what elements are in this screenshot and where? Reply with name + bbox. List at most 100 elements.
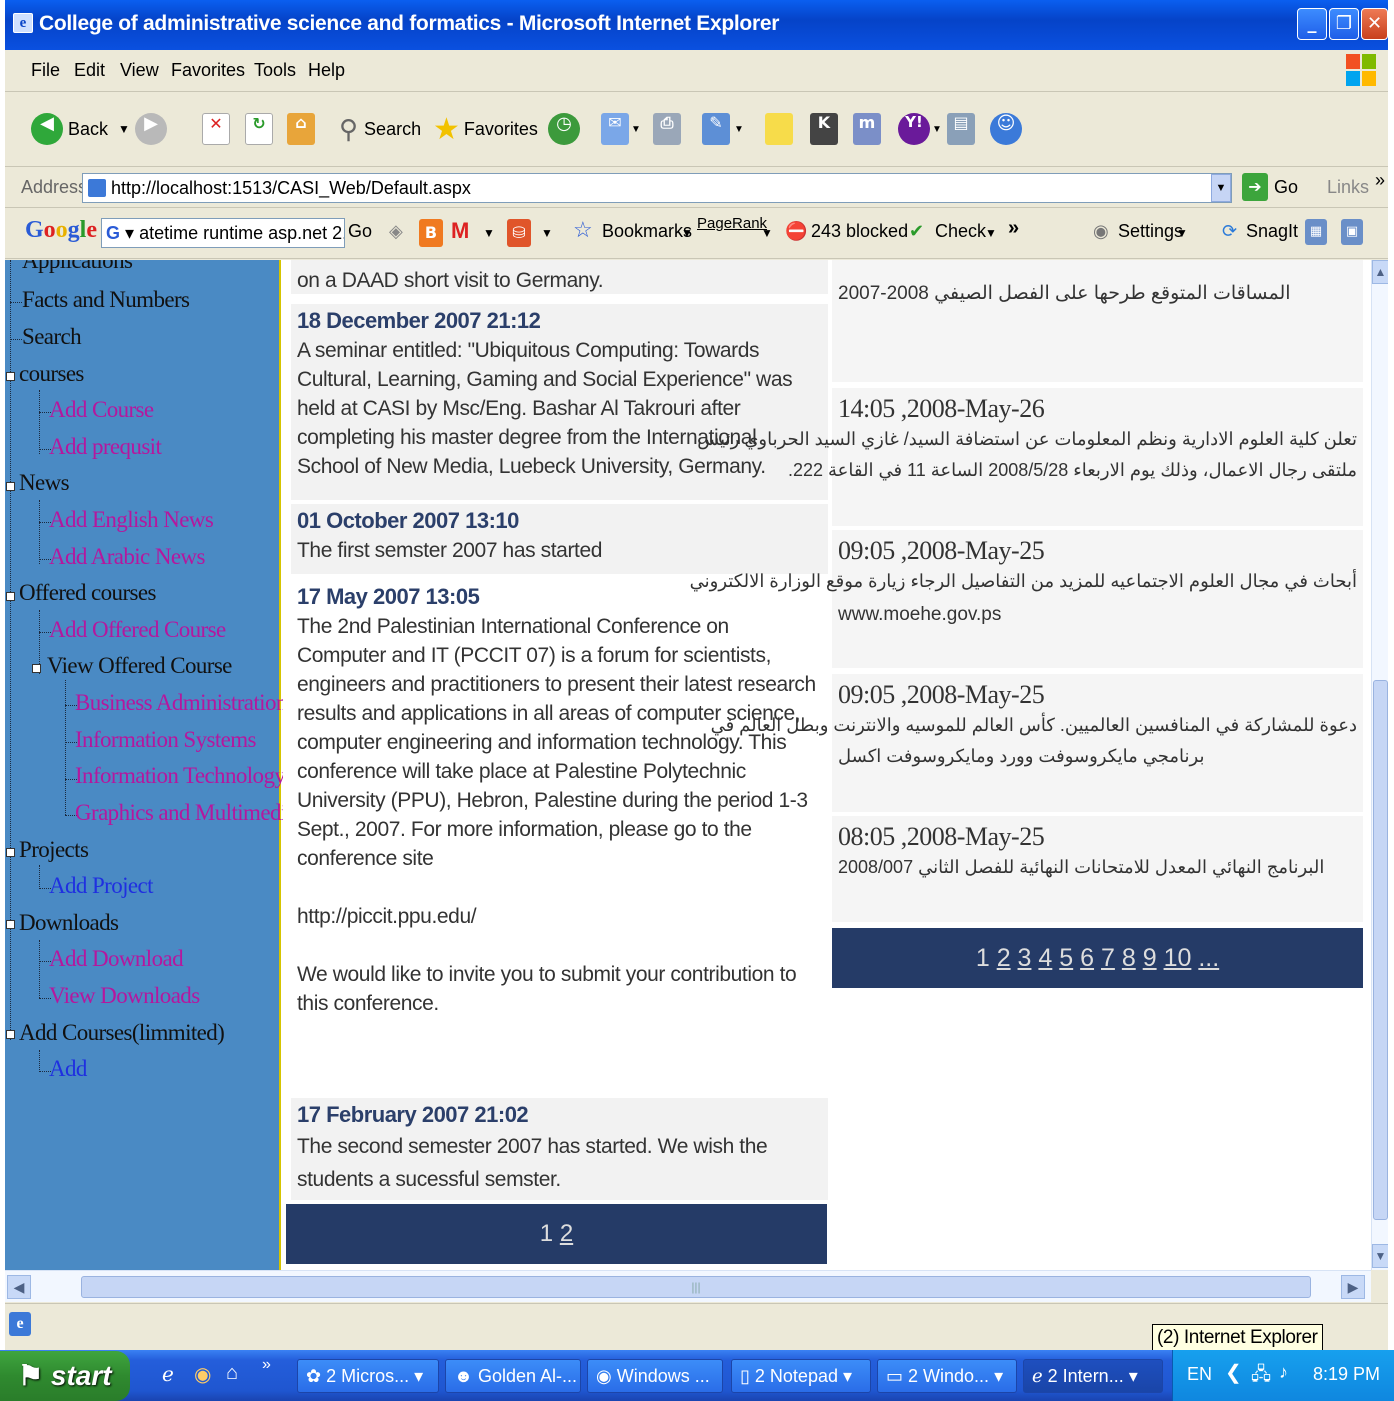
google-search-icon[interactable]: ◈ [389,221,403,242]
conference-link[interactable]: http://piccit.ppu.edu/ [297,902,822,931]
tree-news[interactable]: News [19,470,70,496]
ie-quicklaunch-icon[interactable]: ℯ [162,1362,174,1387]
tree-add-offered-course[interactable]: Add Offered Course [49,617,226,643]
msn-button[interactable]: ☺ [990,109,1022,149]
menu-tools[interactable]: Tools [254,60,296,81]
address-input[interactable]: http://localhost:1513/CASI_Web/Default.a… [82,173,1232,203]
arabic-page-6[interactable]: 6 [1080,944,1094,972]
k-button[interactable]: K [810,109,838,149]
mail-button[interactable]: ✉ ▼ [601,109,641,149]
tree-add-course[interactable]: Add Course [49,397,154,423]
history-button[interactable]: ◷ [548,109,580,149]
back-button[interactable]: ◀ Back ▼ [31,109,130,149]
capture-window-icon[interactable]: ▦ [1305,219,1327,245]
arabic-page-8[interactable]: 8 [1122,944,1136,972]
scroll-down-icon[interactable]: ▼ [1372,1244,1388,1268]
tray-back-icon[interactable]: ❮ [1225,1360,1242,1385]
arabic-page-more[interactable]: ... [1198,944,1219,972]
search-button[interactable]: ⚲ Search [339,109,421,149]
notes-button[interactable] [765,109,793,149]
chevron-down-icon[interactable]: ▼ [483,226,495,240]
taskbar-button[interactable]: ▭ 2 Windo... ▾ [877,1359,1017,1393]
collapse-icon[interactable] [6,848,15,857]
snagit-button[interactable]: SnagIt [1246,221,1298,242]
tree-search[interactable]: Search [22,324,82,350]
taskbar-button[interactable]: ☻ Golden Al-... [445,1359,581,1393]
menu-favorites[interactable]: Favorites [171,60,245,81]
arabic-page-4[interactable]: 4 [1038,944,1052,972]
vertical-scroll-thumb[interactable] [1373,680,1388,1220]
print-button[interactable]: ⎙ [653,109,681,149]
tree-add-courses-limited[interactable]: Add Courses(limmited) [19,1020,225,1046]
menu-edit[interactable]: Edit [74,60,105,81]
arabic-page-1[interactable]: 1 [976,944,990,972]
home-button[interactable]: ⌂ [287,109,315,149]
network-icon[interactable]: 🖧 [1251,1362,1271,1392]
menu-view[interactable]: View [120,60,159,81]
tree-applications[interactable]: Applications [22,260,133,274]
chevron-down-icon[interactable]: ▼ [118,122,130,136]
chevron-down-icon[interactable]: ▼ [541,226,553,240]
menu-help[interactable]: Help [308,60,345,81]
news-page-1[interactable]: 1 [540,1220,553,1247]
arabic-page-5[interactable]: 5 [1059,944,1073,972]
arabic-page-7[interactable]: 7 [1101,944,1115,972]
google-go-button[interactable]: Go [348,221,372,242]
tree-facts-and-numbers[interactable]: Facts and Numbers [22,287,190,313]
bookmarks-button[interactable]: Bookmarks [602,221,692,242]
taskbar-button[interactable]: ▯ 2 Notepad ▾ [731,1359,871,1393]
settings-button[interactable]: Settings [1118,221,1183,242]
forward-button[interactable]: ▶ [135,109,167,149]
scroll-left-icon[interactable]: ◀ [7,1275,31,1299]
collapse-icon[interactable] [6,920,15,929]
research-button[interactable]: ▤ [947,109,975,149]
start-button[interactable]: ⚑ start [0,1351,130,1401]
menu-file[interactable]: File [31,60,60,81]
arabic-page-2[interactable]: 2 [997,944,1011,972]
go-button[interactable]: ➔ Go [1242,173,1298,201]
arabic-page-3[interactable]: 3 [1018,944,1032,972]
tree-information-technology[interactable]: Information Technology [75,763,286,789]
taskbar-button-active[interactable]: ℯ 2 Intern... ▾ [1023,1359,1163,1393]
horizontal-scroll-thumb[interactable]: ||| [81,1276,1311,1298]
gmail-icon[interactable]: M [451,218,469,244]
favorites-button[interactable]: ★ Favorites [433,109,538,149]
popups-blocked-count[interactable]: 243 blocked [811,221,908,242]
blogger-icon[interactable]: B [419,219,443,247]
links-button[interactable]: Links [1327,177,1369,198]
tree-projects[interactable]: Projects [19,837,89,863]
arabic-page-9[interactable]: 9 [1143,944,1157,972]
collapse-icon[interactable] [6,372,15,381]
desktop-quicklaunch-icon[interactable]: ⌂ [226,1362,238,1385]
tree-offered-courses[interactable]: Offered courses [19,580,156,606]
collapse-icon[interactable] [6,482,15,491]
collapse-icon[interactable] [6,592,15,601]
address-dropdown[interactable]: ▼ [1211,174,1231,202]
collapse-icon[interactable] [32,664,41,673]
horizontal-scrollbar[interactable]: ◀ ||| ▶ [5,1270,1371,1302]
minimize-button[interactable]: _ [1297,8,1327,40]
scroll-right-icon[interactable]: ▶ [1341,1275,1365,1299]
news-page-2[interactable]: 2 [560,1220,573,1247]
tree-add-project[interactable]: Add Project [49,873,154,899]
tree-add-prequsit[interactable]: Add prequsit [49,434,162,460]
chevron-right-icon[interactable]: » [1375,170,1385,191]
ministry-link[interactable]: www.moehe.gov.ps [838,599,1357,630]
tree-add[interactable]: Add [49,1056,87,1082]
title-bar[interactable]: e College of administrative science and … [5,0,1388,50]
more-chevron-icon[interactable]: » [1008,217,1019,240]
arabic-page-10[interactable]: 10 [1164,944,1192,972]
tree-courses[interactable]: courses [19,361,84,387]
volume-icon[interactable]: ♪ [1279,1362,1288,1383]
taskbar-button[interactable]: ✿ 2 Micros... ▾ [297,1359,439,1393]
tree-add-arabic-news[interactable]: Add Arabic News [49,544,205,570]
tree-add-english-news[interactable]: Add English News [49,507,214,533]
yahoo-button[interactable]: Y! ▼ [898,109,942,149]
messenger-button[interactable]: m [853,109,881,149]
tree-business-administration[interactable]: Business Administration [75,690,287,716]
capture-region-icon[interactable]: ▣ [1341,219,1363,245]
tree-add-download[interactable]: Add Download [49,946,184,972]
tree-view-offered-course[interactable]: View Offered Course [47,653,232,679]
spellcheck-button[interactable]: Check [935,221,986,242]
stop-button[interactable]: ✕ [202,109,230,149]
